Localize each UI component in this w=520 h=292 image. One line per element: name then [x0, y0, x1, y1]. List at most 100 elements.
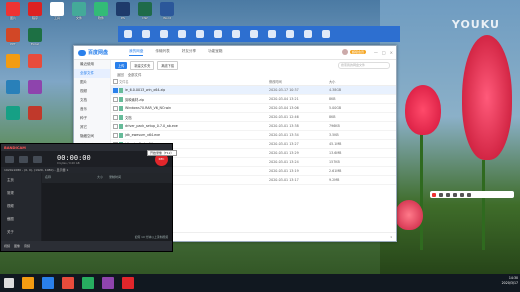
ime-icon[interactable] [460, 192, 464, 197]
tab-videos[interactable]: 视频 [4, 244, 10, 248]
tab-images[interactable]: 图像 [14, 244, 20, 248]
sidebar-item-home[interactable]: 主页 [1, 173, 41, 186]
column-time[interactable]: 修改时间 [269, 79, 329, 84]
desktop-icon[interactable]: 工具 [46, 2, 68, 24]
row-checkbox[interactable] [112, 132, 118, 138]
minimize-icon[interactable]: — [374, 50, 378, 55]
launch-icon[interactable] [304, 30, 312, 38]
sidebar-item-all[interactable]: 全部文件 [74, 69, 110, 78]
search-input[interactable]: 搜索我的网盘文件 [338, 62, 390, 69]
column-date[interactable]: 录制时间 [109, 175, 121, 181]
desktop-icon[interactable] [24, 54, 46, 68]
tab-transfer[interactable]: 传输列表 [155, 49, 169, 56]
desktop-icon[interactable]: 程序 [24, 2, 46, 24]
sidebar-item-general[interactable]: 常规 [1, 186, 41, 199]
launch-icon[interactable] [196, 30, 204, 38]
sidebar-item-torrent[interactable]: 种子 [74, 114, 110, 123]
tab-my-disk[interactable]: 我的网盘 [129, 49, 144, 56]
desktop-icon[interactable] [2, 106, 24, 120]
row-checkbox[interactable] [112, 123, 118, 129]
column-name[interactable]: 文件名 [119, 79, 269, 84]
game-mode-icon[interactable] [19, 155, 28, 163]
upload-button[interactable]: 上传 [115, 61, 128, 69]
row-checkbox[interactable] [112, 87, 118, 93]
launch-icon[interactable] [160, 30, 168, 38]
launch-icon[interactable] [286, 30, 294, 38]
start-icon[interactable] [4, 278, 14, 288]
taskbar-app-icon[interactable] [42, 277, 54, 289]
page-number[interactable]: 1 [390, 235, 392, 239]
screen-mode-icon[interactable] [5, 155, 14, 163]
sidebar-item-screenshot[interactable]: 截图 [1, 212, 41, 225]
desktop-icon[interactable]: 文件 [68, 2, 90, 24]
ime-icon[interactable] [446, 192, 450, 197]
sidebar-item-images[interactable]: 图片 [74, 78, 110, 87]
desktop-icon[interactable] [24, 106, 46, 120]
file-name[interactable]: ie_6.0.0013_win_x64.zip [125, 88, 165, 92]
column-size[interactable]: 大小 [97, 175, 103, 181]
launch-icon[interactable] [232, 30, 240, 38]
sidebar-item-other[interactable]: 其它 [74, 123, 110, 132]
file-name[interactable]: jdk_ewesum_x64.exe [125, 133, 160, 137]
taskbar-app-icon[interactable] [22, 277, 34, 289]
file-name[interactable]: 文档 [125, 115, 132, 120]
desktop-icon[interactable]: Excel [24, 28, 46, 50]
close-icon[interactable]: × [390, 50, 393, 55]
table-row[interactable]: 文档 2020-03-01 12:46 8KB [111, 113, 396, 122]
avatar[interactable] [341, 49, 348, 55]
row-checkbox[interactable] [112, 105, 118, 111]
user-area[interactable]: 超级会员 [341, 49, 366, 55]
file-name[interactable]: Windows7X.RAR_V6_NO.win [125, 106, 171, 110]
ime-icon[interactable] [453, 192, 457, 197]
launch-icon[interactable] [250, 30, 258, 38]
sidebar-item-about[interactable]: 关于 [1, 225, 41, 238]
desktop-icon[interactable]: 图片 [2, 2, 24, 24]
breadcrumb-all[interactable]: 全部文件 [128, 72, 142, 77]
tab-share[interactable]: 好友分享 [182, 49, 196, 56]
offline-download-button[interactable]: 离线下载 [157, 60, 179, 70]
table-row[interactable]: driver_pack_setup_0.7.0_ab.exe 2020-03-01… [111, 122, 396, 131]
desktop-icon[interactable] [24, 80, 46, 94]
back-link[interactable]: 返回 [117, 72, 124, 77]
system-tray[interactable]: 14:30 2020/3/17 [502, 276, 518, 286]
table-row[interactable]: ie_6.0.0013_win_x64.zip 2020-03-17 10:37 4… [111, 86, 396, 95]
launch-icon[interactable] [142, 30, 150, 38]
table-row[interactable]: jdk_ewesum_x64.exe 2020-03-01 13:34 3.5KB [111, 131, 396, 140]
table-row[interactable]: Windows7X.RAR_V6_NO.win 2020-03-04 13:06 5… [111, 104, 396, 113]
desktop-icon[interactable]: 软件 [90, 2, 112, 24]
tab-audio[interactable]: 音频 [24, 244, 30, 248]
launch-icon[interactable] [214, 30, 222, 38]
column-size[interactable]: 大小 [329, 79, 359, 84]
desktop-icon[interactable]: DW [134, 2, 156, 24]
taskbar-app-icon[interactable] [122, 277, 134, 289]
sidebar-item-hidden[interactable]: 隐藏空间 [74, 132, 110, 141]
desktop-icon[interactable] [2, 80, 24, 94]
ime-icon[interactable] [467, 192, 471, 197]
desktop-icon[interactable]: PS [112, 2, 134, 24]
sidebar-item-recent[interactable]: 最近使用 [74, 60, 110, 69]
launch-icon[interactable] [322, 30, 330, 38]
vip-badge[interactable]: 超级会员 [349, 50, 366, 54]
device-mode-icon[interactable] [33, 155, 42, 163]
taskbar-app-icon[interactable] [102, 277, 114, 289]
new-folder-button[interactable]: 新建文件夹 [130, 60, 155, 70]
file-name[interactable]: 剪映素材.zip [125, 97, 144, 102]
sidebar-item-video[interactable]: 视频 [1, 199, 41, 212]
launch-icon[interactable] [178, 30, 186, 38]
taskbar-app-icon[interactable] [82, 277, 94, 289]
tab-toolbox[interactable]: 功能宝箱 [208, 49, 222, 56]
desktop-icon[interactable]: Word [156, 2, 178, 24]
maximize-icon[interactable]: □ [382, 50, 386, 55]
select-all-checkbox[interactable] [112, 79, 118, 84]
launch-icon[interactable] [268, 30, 276, 38]
file-name[interactable]: driver_pack_setup_0.7.0_ab.exe [125, 124, 178, 128]
taskbar-app-icon[interactable] [62, 277, 74, 289]
help-tip[interactable]: 如何 10 分钟以上录制视频 [135, 235, 168, 239]
launch-icon[interactable] [124, 30, 132, 38]
column-name[interactable]: 名称 [45, 175, 51, 181]
sidebar-item-docs[interactable]: 文档 [74, 96, 110, 105]
desktop-icon[interactable] [2, 54, 24, 68]
table-row[interactable]: 剪映素材.zip 2020-03-04 13:21 8KB [111, 95, 396, 104]
row-checkbox[interactable] [112, 114, 118, 120]
desktop-icon[interactable]: PPT [2, 28, 24, 50]
